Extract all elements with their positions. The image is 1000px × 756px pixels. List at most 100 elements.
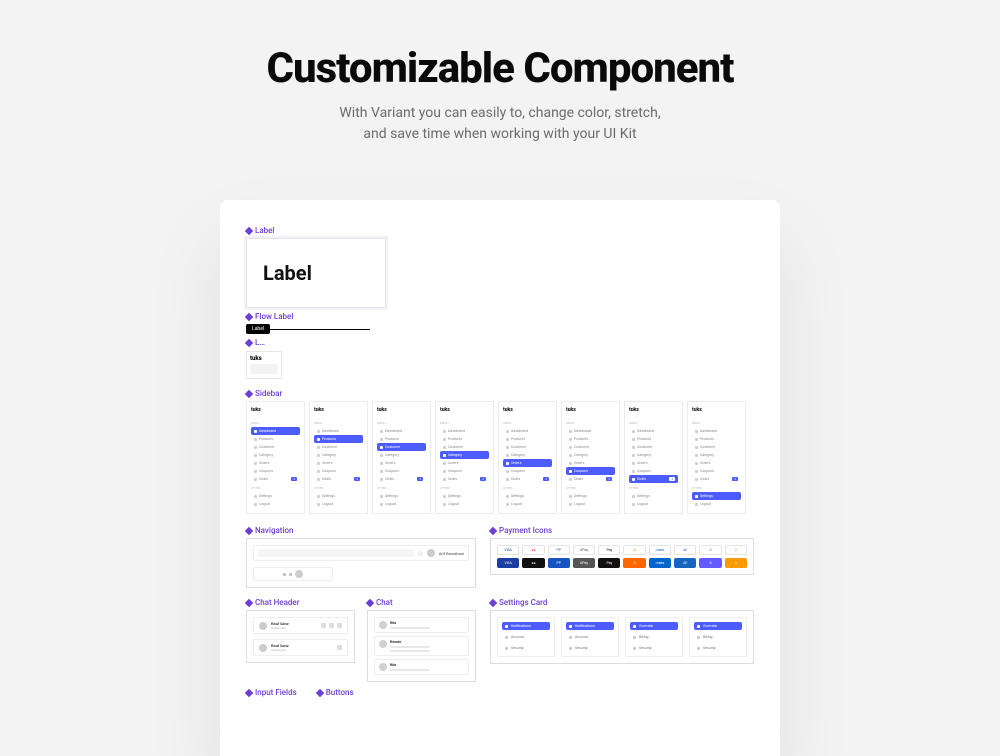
sidebar-item[interactable]: Dashboard	[503, 427, 552, 435]
nav-bar-compact[interactable]	[253, 567, 333, 581]
sidebar-item[interactable]: Coupons	[251, 467, 300, 475]
sidebar-item[interactable]: Products	[566, 435, 615, 443]
sidebar-item[interactable]: Category	[692, 451, 741, 459]
chat-bubble[interactable]: Renata	[374, 636, 469, 656]
sidebar-item[interactable]: Logout	[629, 500, 678, 508]
settings-card-variant[interactable]: Notifications Account Security	[497, 617, 555, 657]
call-icon[interactable]	[321, 623, 326, 628]
sidebar-item[interactable]: Chats3	[629, 475, 678, 483]
sidebar-item[interactable]: Dashboard	[251, 427, 300, 435]
sidebar-item[interactable]: Customer	[314, 443, 363, 451]
payment-icon[interactable]: A	[725, 558, 747, 568]
settings-card-variant[interactable]: Overview Billing Security	[625, 617, 683, 657]
sidebar-item[interactable]: Settings	[566, 492, 615, 500]
search-input[interactable]	[258, 549, 414, 557]
settings-item[interactable]: Billing	[630, 633, 678, 641]
sidebar-item[interactable]: Dashboard	[440, 427, 489, 435]
avatar[interactable]	[295, 570, 303, 578]
chat-bubble[interactable]: Rita	[374, 617, 469, 633]
sidebar-variant[interactable]: tuksMENUDashboardProductsCustomerCategor…	[561, 401, 620, 514]
sidebar-variant[interactable]: tuksMENUDashboardProductsCustomerCategor…	[687, 401, 746, 514]
sidebar-item[interactable]: Dashboard	[377, 427, 426, 435]
sidebar-item[interactable]: Settings	[251, 492, 300, 500]
settings-item[interactable]: Security	[630, 644, 678, 652]
sidebar-item[interactable]: Products	[692, 435, 741, 443]
more-icon[interactable]	[337, 645, 342, 650]
sidebar-item[interactable]: Category	[566, 451, 615, 459]
sidebar-item[interactable]: Settings	[440, 492, 489, 500]
sidebar-item[interactable]: Chats3	[503, 475, 552, 483]
sidebar-item[interactable]: Chats3	[566, 475, 615, 483]
sidebar-item[interactable]: Logout	[377, 500, 426, 508]
logo-card[interactable]: tuks	[246, 351, 282, 379]
sidebar-item[interactable]: Logout	[692, 500, 741, 508]
avatar[interactable]	[427, 549, 435, 557]
sidebar-item[interactable]: Orders	[566, 459, 615, 467]
sidebar-item[interactable]: Coupons	[629, 467, 678, 475]
sidebar-item[interactable]: Customer	[503, 443, 552, 451]
sidebar-item[interactable]: Coupons	[692, 467, 741, 475]
sidebar-item[interactable]: Category	[377, 451, 426, 459]
more-icon[interactable]	[337, 623, 342, 628]
chat-bubble[interactable]: Rita	[374, 659, 469, 675]
payment-icon[interactable]: AE	[674, 545, 696, 555]
sidebar-item[interactable]: Chats3	[314, 475, 363, 483]
settings-item[interactable]: Security	[694, 644, 742, 652]
sidebar-item[interactable]: Dashboard	[314, 427, 363, 435]
payment-icon[interactable]: VISA	[497, 545, 519, 555]
sidebar-item[interactable]: Orders	[440, 459, 489, 467]
settings-item[interactable]: Notifications	[566, 622, 614, 630]
sidebar-item[interactable]: Coupons	[377, 467, 426, 475]
settings-item[interactable]: Security	[502, 644, 550, 652]
payment-icon[interactable]: Pay	[598, 545, 620, 555]
sidebar-item[interactable]: Settings	[692, 492, 741, 500]
sidebar-item[interactable]: Settings	[314, 492, 363, 500]
sidebar-item[interactable]: Category	[251, 451, 300, 459]
payment-icon[interactable]: A	[725, 545, 747, 555]
sidebar-item[interactable]: Category	[503, 451, 552, 459]
settings-card-variant[interactable]: NotificationsAccountSecurity	[561, 617, 619, 657]
settings-item[interactable]: Overview	[630, 622, 678, 630]
settings-item[interactable]: Billing	[694, 633, 742, 641]
sidebar-item[interactable]: Settings	[377, 492, 426, 500]
sidebar-item[interactable]: Customer	[566, 443, 615, 451]
sidebar-item[interactable]: Logout	[251, 500, 300, 508]
sidebar-item[interactable]: Orders	[377, 459, 426, 467]
sidebar-item[interactable]: Coupons	[314, 467, 363, 475]
sidebar-item[interactable]: Products	[377, 435, 426, 443]
settings-item[interactable]: Security	[566, 644, 614, 652]
payment-icon[interactable]: PP	[548, 558, 570, 568]
sidebar-item[interactable]: Dashboard	[692, 427, 741, 435]
payment-icon[interactable]: S	[699, 558, 721, 568]
sidebar-variant[interactable]: tuksMENUDashboardProductsCustomerCategor…	[498, 401, 557, 514]
sidebar-item[interactable]: Logout	[314, 500, 363, 508]
sidebar-item[interactable]: Category	[629, 451, 678, 459]
sidebar-item[interactable]: Logout	[440, 500, 489, 508]
sidebar-variant[interactable]: tuksMENUDashboardProductsCustomerCategor…	[624, 401, 683, 514]
video-icon[interactable]	[329, 623, 334, 628]
payment-icon[interactable]: maes	[649, 545, 671, 555]
sidebar-item[interactable]: Orders	[314, 459, 363, 467]
sidebar-item[interactable]: Dashboard	[629, 427, 678, 435]
sidebar-item[interactable]: Category	[314, 451, 363, 459]
sidebar-item[interactable]: Logout	[503, 500, 552, 508]
payment-icon[interactable]: GPay	[573, 545, 595, 555]
payment-icon[interactable]: D	[623, 558, 645, 568]
sidebar-variant[interactable]: tuksMENUDashboardProductsCustomerCategor…	[372, 401, 431, 514]
sidebar-item[interactable]: Products	[440, 435, 489, 443]
payment-icon[interactable]: VISA	[497, 558, 519, 568]
sidebar-variant[interactable]: tuksMENUDashboardProductsCustomerCategor…	[246, 401, 305, 514]
settings-item[interactable]: Notifications	[502, 622, 550, 630]
chat-header-variant[interactable]: Raul Sanz Online now	[253, 639, 348, 656]
sidebar-item[interactable]: Customer	[440, 443, 489, 451]
sidebar-item[interactable]: Chats3	[440, 475, 489, 483]
payment-icon[interactable]: ●●	[522, 558, 544, 568]
settings-item[interactable]: Account	[502, 633, 550, 641]
sidebar-item[interactable]: Coupons	[503, 467, 552, 475]
sidebar-item[interactable]: Products	[314, 435, 363, 443]
payment-icon[interactable]: D	[623, 545, 645, 555]
sidebar-item[interactable]: Orders	[629, 459, 678, 467]
sidebar-variant[interactable]: tuksMENUDashboardProductsCustomerCategor…	[309, 401, 368, 514]
sidebar-item[interactable]: Customer	[629, 443, 678, 451]
sidebar-item[interactable]: Coupons	[440, 467, 489, 475]
